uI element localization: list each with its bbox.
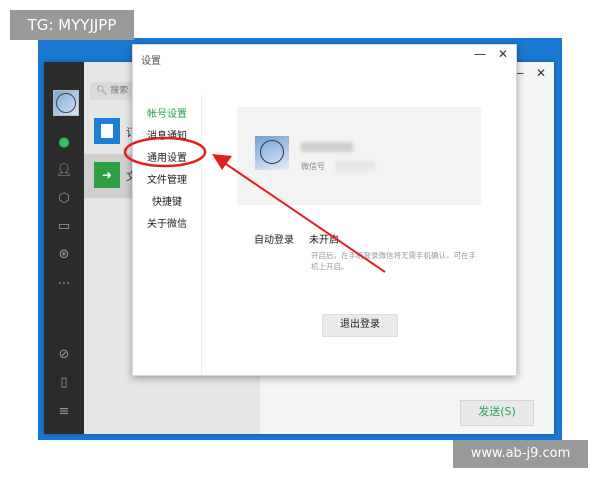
settings-dialog: 设置 — ✕ 帐号设置 消息通知 通用设置 文件管理 快捷键 关于微信 微信号 …: [132, 44, 517, 376]
menu-item-general[interactable]: 通用设置: [133, 149, 201, 164]
chat-icon[interactable]: ●: [44, 135, 84, 151]
logout-button[interactable]: 退出登录: [322, 314, 398, 337]
wechat-sidebar: ● 👤︎ ⬡ ▭ ⊛ ··· ⊘ ▯ ≡: [44, 62, 84, 434]
menu-item-account[interactable]: 帐号设置: [133, 105, 201, 120]
phone-icon[interactable]: ▯: [44, 375, 84, 391]
user-avatar[interactable]: [53, 90, 79, 116]
minimize-icon[interactable]: —: [474, 47, 486, 61]
auto-login-value: 未开启: [309, 235, 339, 246]
close-icon[interactable]: ✕: [498, 47, 508, 61]
moments-icon[interactable]: ⊛: [44, 247, 84, 263]
send-button[interactable]: 发送(S): [460, 400, 534, 426]
dialog-title: 设置: [141, 56, 161, 67]
mini-program-icon[interactable]: ⊘: [44, 347, 84, 363]
auto-login-label: 自动登录: [254, 235, 294, 246]
settings-menu: 帐号设置 消息通知 通用设置 文件管理 快捷键 关于微信: [133, 95, 202, 375]
box-icon[interactable]: ⬡: [44, 191, 84, 207]
close-icon[interactable]: ✕: [536, 66, 546, 80]
profile-card: 微信号: [237, 107, 481, 205]
menu-item-notifications[interactable]: 消息通知: [133, 127, 201, 142]
menu-item-about[interactable]: 关于微信: [133, 215, 201, 230]
menu-item-files[interactable]: 文件管理: [133, 171, 201, 186]
search-placeholder: 搜索: [110, 86, 129, 96]
folder-icon[interactable]: ▭: [44, 219, 84, 235]
watermark-top-left: TG: MYYJJPP: [10, 10, 134, 40]
menu-item-shortcuts[interactable]: 快捷键: [133, 193, 201, 208]
chat-item-icon[interactable]: [94, 118, 120, 144]
contacts-icon[interactable]: 👤︎: [44, 163, 84, 179]
auto-login-description: 开启后，在手机登录微信将无需手机确认，可在手机上开启。: [311, 251, 476, 271]
wechat-id-label: 微信号: [301, 162, 325, 171]
menu-icon[interactable]: ≡: [44, 404, 84, 420]
wechat-id-blurred: [335, 161, 375, 171]
more-icon[interactable]: ···: [44, 277, 84, 293]
file-transfer-icon: ➜: [94, 162, 120, 188]
profile-avatar: [255, 136, 289, 170]
nickname-blurred: [301, 142, 353, 152]
watermark-bottom-right: www.ab-j9.com: [453, 440, 588, 468]
